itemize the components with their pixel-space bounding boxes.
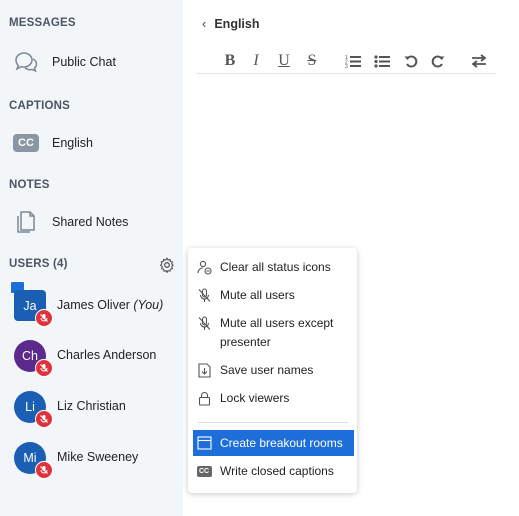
user-name: Liz Christian [57,399,126,413]
messages-section-title: MESSAGES [9,17,76,29]
user-list-item[interactable]: Ja James Oliver (You) [10,281,179,330]
public-chat-item[interactable]: Public Chat [8,44,178,80]
you-suffix: (You) [133,298,164,312]
save-user-names-item[interactable]: Save user names [193,361,354,380]
muted-mic-icon [35,461,53,479]
strikethrough-button[interactable]: S [304,52,320,70]
muted-mic-icon [35,410,53,428]
mute-all-users-item[interactable]: Mute all users [193,286,354,305]
sidebar: MESSAGES Public Chat CAPTIONS CC English… [0,0,183,516]
lock-viewers-item[interactable]: Lock viewers [193,389,354,408]
muted-mic-icon [35,359,53,377]
toolbar-divider [196,73,496,74]
notes-icon [8,204,44,240]
swap-direction-icon[interactable] [471,52,487,70]
clear-status-icon [196,259,212,275]
mute-all-except-presenter-item[interactable]: Mute all users except presenter [193,314,354,352]
closed-captions-icon: CC [8,125,44,161]
chat-icon [8,44,44,80]
editor-header: ‹ English [202,16,260,31]
clear-status-icons-item[interactable]: Clear all status icons [193,258,354,277]
caption-english-item[interactable]: CC English [8,125,178,161]
user-options-gear-icon[interactable] [158,256,176,274]
undo-icon[interactable] [403,52,419,70]
public-chat-label: Public Chat [52,55,116,69]
svg-text:3: 3 [345,64,348,68]
captions-section-title: CAPTIONS [9,100,71,112]
menu-item-label: Save user names [220,363,314,377]
menu-item-label: Mute all users except presenter [220,316,334,349]
user-options-menu: Clear all status icons Mute all users Mu… [188,248,357,493]
notes-section-title: NOTES [9,179,50,191]
underline-button[interactable]: U [276,52,292,70]
user-list-item[interactable]: Mi Mike Sweeney [14,442,179,482]
menu-item-label: Clear all status icons [220,260,331,274]
mute-icon [196,287,212,303]
menu-item-label: Lock viewers [220,391,290,405]
menu-item-label: Create breakout rooms [220,435,343,450]
italic-button[interactable]: I [248,52,264,70]
caption-english-label: English [52,136,93,150]
muted-mic-icon [35,309,53,327]
mute-icon [196,315,212,331]
back-chevron-icon[interactable]: ‹ [202,16,206,31]
redo-icon[interactable] [430,52,446,70]
bullet-list-icon[interactable] [374,52,390,70]
menu-item-label: Mute all users [220,288,295,302]
shared-notes-item[interactable]: Shared Notes [8,204,178,240]
users-section-title: USERS (4) [9,258,68,270]
download-file-icon [196,362,212,378]
user-name: James Oliver (You) [57,298,164,312]
create-breakout-rooms-item[interactable]: Create breakout rooms [193,430,354,456]
ordered-list-icon[interactable]: 123 [345,52,361,70]
user-name: Charles Anderson [57,348,157,362]
user-name: Mike Sweeney [57,450,139,464]
write-closed-captions-item[interactable]: CC Write closed captions [193,462,354,481]
shared-notes-label: Shared Notes [52,215,129,229]
user-list-item[interactable]: Li Liz Christian [14,391,179,431]
user-list-item[interactable]: Ch Charles Anderson [14,340,179,380]
lock-icon [196,390,212,406]
editor-title: English [214,16,260,31]
closed-captions-icon: CC [196,463,212,479]
bold-button[interactable]: B [222,52,238,70]
breakout-rooms-icon [196,435,212,451]
menu-item-label: Write closed captions [220,464,334,478]
menu-divider [198,422,348,423]
